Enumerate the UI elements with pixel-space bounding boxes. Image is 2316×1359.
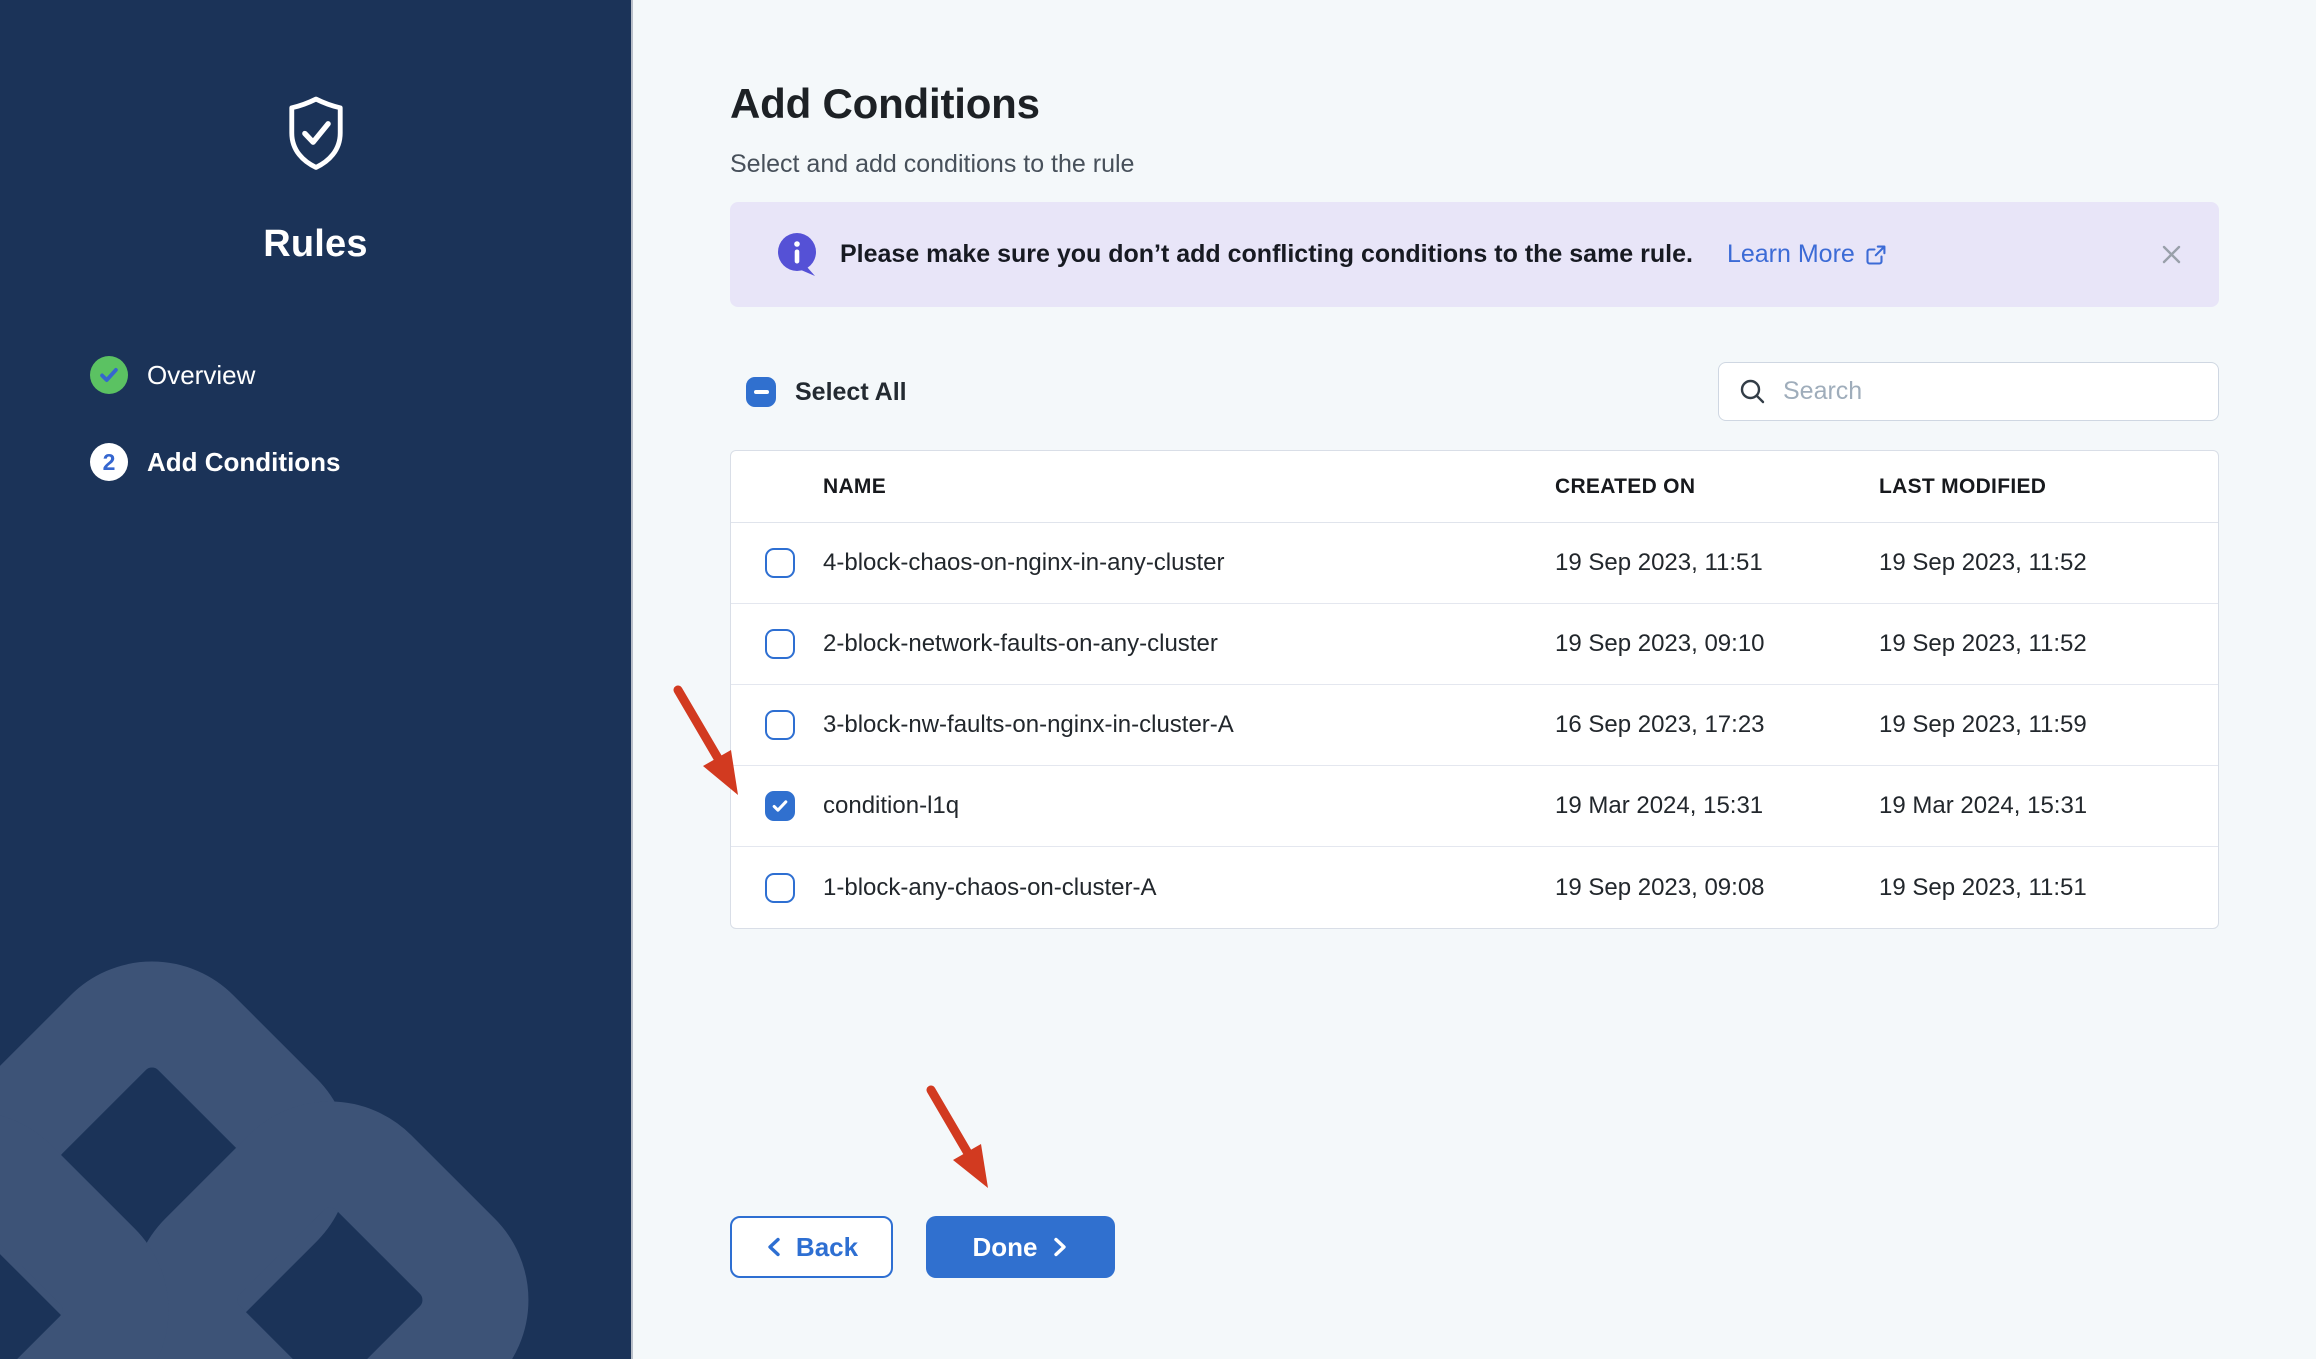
select-all-control[interactable]: Select All [746, 374, 907, 410]
column-header-name: NAME [731, 475, 1555, 499]
row-checkbox[interactable] [765, 548, 795, 578]
condition-name: 1-block-any-chaos-on-cluster-A [823, 874, 1156, 902]
search-box [1718, 362, 2219, 421]
name-cell: condition-l1q [731, 791, 1555, 821]
step-completed-icon [90, 356, 128, 394]
select-all-label: Select All [795, 378, 907, 407]
step-number-badge: 2 [90, 443, 128, 481]
row-checkbox[interactable] [765, 791, 795, 821]
step-overview[interactable]: Overview [90, 356, 341, 394]
learn-more-label: Learn More [1727, 240, 1855, 269]
condition-name: 3-block-nw-faults-on-nginx-in-cluster-A [823, 711, 1234, 739]
info-banner: Please make sure you don’t add conflicti… [730, 202, 2219, 307]
select-all-checkbox[interactable] [746, 377, 776, 407]
step-add-conditions[interactable]: 2 Add Conditions [90, 443, 341, 481]
created-on-cell: 19 Sep 2023, 09:10 [1555, 630, 1879, 658]
external-link-icon [1865, 244, 1887, 266]
step-overview-label: Overview [147, 360, 255, 391]
search-icon [1739, 378, 1766, 405]
last-modified-cell: 19 Sep 2023, 11:51 [1879, 874, 2218, 902]
created-on-cell: 19 Sep 2023, 11:51 [1555, 549, 1879, 577]
column-header-created-on: CREATED ON [1555, 475, 1879, 499]
last-modified-cell: 19 Sep 2023, 11:52 [1879, 549, 2218, 577]
last-modified-cell: 19 Mar 2024, 15:31 [1879, 792, 2218, 820]
table-body: 4-block-chaos-on-nginx-in-any-cluster 19… [731, 523, 2218, 928]
table-row[interactable]: 1-block-any-chaos-on-cluster-A 19 Sep 20… [731, 847, 2218, 928]
table-row[interactable]: 4-block-chaos-on-nginx-in-any-cluster 19… [731, 523, 2218, 604]
row-checkbox[interactable] [765, 873, 795, 903]
done-button-label: Done [973, 1232, 1038, 1263]
conditions-table: NAME CREATED ON LAST MODIFIED 4-block-ch… [730, 450, 2219, 929]
column-header-last-modified: LAST MODIFIED [1879, 475, 2218, 499]
condition-name: 2-block-network-faults-on-any-cluster [823, 630, 1218, 658]
back-button-label: Back [796, 1232, 858, 1263]
last-modified-cell: 19 Sep 2023, 11:52 [1879, 630, 2218, 658]
step-add-conditions-label: Add Conditions [147, 447, 341, 478]
name-cell: 1-block-any-chaos-on-cluster-A [731, 873, 1555, 903]
table-row[interactable]: 3-block-nw-faults-on-nginx-in-cluster-A … [731, 685, 2218, 766]
rules-wizard-window: Rules Overview 2 Add Conditions Add Cond… [0, 0, 2316, 1359]
page-subtitle: Select and add conditions to the rule [730, 150, 1134, 179]
created-on-cell: 16 Sep 2023, 17:23 [1555, 711, 1879, 739]
chevron-right-icon [1051, 1236, 1069, 1258]
wizard-sidebar: Rules Overview 2 Add Conditions [0, 0, 633, 1359]
condition-name: 4-block-chaos-on-nginx-in-any-cluster [823, 549, 1225, 577]
table-row[interactable]: condition-l1q 19 Mar 2024, 15:31 19 Mar … [731, 766, 2218, 847]
back-button[interactable]: Back [730, 1216, 893, 1278]
last-modified-cell: 19 Sep 2023, 11:59 [1879, 711, 2218, 739]
created-on-cell: 19 Mar 2024, 15:31 [1555, 792, 1879, 820]
search-input[interactable] [1718, 362, 2219, 421]
table-row[interactable]: 2-block-network-faults-on-any-cluster 19… [731, 604, 2218, 685]
wizard-steps: Overview 2 Add Conditions [90, 356, 341, 481]
row-checkbox[interactable] [765, 629, 795, 659]
condition-name: condition-l1q [823, 792, 959, 820]
row-checkbox[interactable] [765, 710, 795, 740]
name-cell: 4-block-chaos-on-nginx-in-any-cluster [731, 548, 1555, 578]
chevron-left-icon [765, 1236, 783, 1258]
banner-message: Please make sure you don’t add conflicti… [840, 240, 1693, 269]
done-button[interactable]: Done [926, 1216, 1115, 1278]
name-cell: 3-block-nw-faults-on-nginx-in-cluster-A [731, 710, 1555, 740]
created-on-cell: 19 Sep 2023, 09:08 [1555, 874, 1879, 902]
info-icon [777, 232, 819, 277]
rules-shield-icon [285, 96, 347, 170]
name-cell: 2-block-network-faults-on-any-cluster [731, 629, 1555, 659]
learn-more-link[interactable]: Learn More [1727, 240, 1887, 269]
sidebar-title: Rules [0, 223, 631, 266]
add-conditions-panel: Add Conditions Select and add conditions… [633, 0, 2316, 1359]
page-title: Add Conditions [730, 80, 1040, 128]
table-header: NAME CREATED ON LAST MODIFIED [731, 451, 2218, 523]
banner-close-icon[interactable] [2158, 241, 2185, 268]
